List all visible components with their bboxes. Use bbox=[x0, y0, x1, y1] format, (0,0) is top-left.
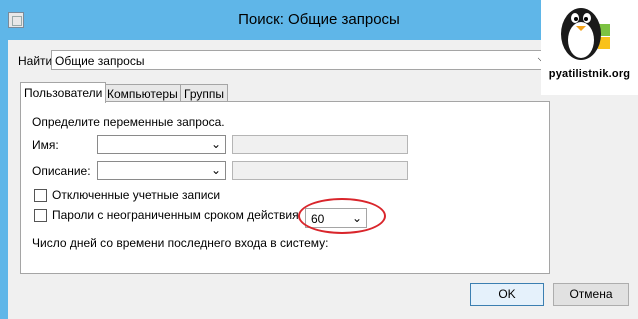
days-since-logon-label: Число дней со времени последнего входа в… bbox=[32, 236, 329, 250]
chevron-down-icon[interactable]: ⌄ bbox=[211, 163, 221, 177]
ok-button[interactable]: OK bbox=[470, 283, 544, 306]
penguin-windows-logo bbox=[561, 8, 610, 60]
days-value: 60 bbox=[311, 212, 325, 226]
find-label: Найти: bbox=[18, 54, 56, 68]
find-value: Общие запросы bbox=[55, 54, 145, 68]
description-value-field[interactable] bbox=[232, 161, 408, 180]
days-since-logon-dropdown[interactable]: 60 ⌄ bbox=[305, 208, 367, 228]
chevron-down-icon[interactable]: ⌄ bbox=[352, 211, 362, 225]
chevron-down-icon[interactable]: ⌄ bbox=[211, 137, 221, 151]
search-dialog: Поиск: Общие запросы Найти: Общие запрос… bbox=[0, 0, 638, 319]
non-expiring-passwords-label: Пароли с неограниченным сроком действия bbox=[52, 208, 299, 222]
name-label: Имя: bbox=[32, 138, 59, 152]
users-tab-panel: Определите переменные запроса. Имя: ⌄ Оп… bbox=[20, 101, 550, 274]
disabled-accounts-checkbox[interactable] bbox=[34, 189, 47, 202]
description-condition-dropdown[interactable]: ⌄ bbox=[97, 161, 226, 180]
site-logo: pyatilistnik.org bbox=[541, 0, 638, 95]
tab-groups[interactable]: Группы bbox=[180, 84, 228, 101]
cancel-button[interactable]: Отмена bbox=[553, 283, 629, 306]
query-heading: Определите переменные запроса. bbox=[32, 115, 225, 129]
logo-text: pyatilistnik.org bbox=[548, 68, 631, 80]
tab-computers[interactable]: Компьютеры bbox=[103, 84, 182, 101]
tab-users[interactable]: Пользователи bbox=[20, 82, 107, 103]
description-label: Описание: bbox=[32, 164, 91, 178]
non-expiring-passwords-checkbox[interactable] bbox=[34, 209, 47, 222]
disabled-accounts-label: Отключенные учетные записи bbox=[52, 188, 221, 202]
find-dropdown[interactable]: Общие запросы ⌵ bbox=[51, 50, 551, 70]
name-value-field[interactable] bbox=[232, 135, 408, 154]
name-condition-dropdown[interactable]: ⌄ bbox=[97, 135, 226, 154]
